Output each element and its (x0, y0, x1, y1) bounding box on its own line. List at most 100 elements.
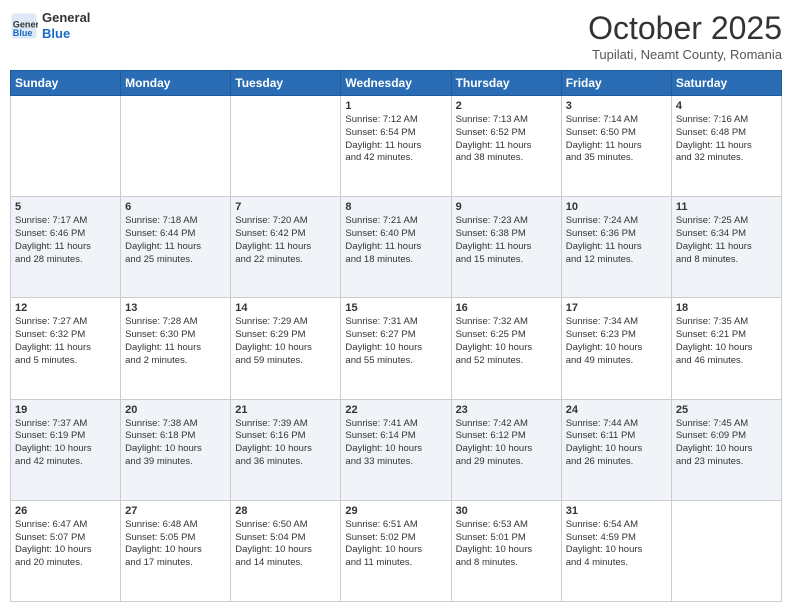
day-info: Sunrise: 7:39 AM Sunset: 6:16 PM Dayligh… (235, 418, 336, 469)
calendar-cell: 16 Sunrise: 7:32 AM Sunset: 6:25 PM Dayli… (451, 298, 561, 399)
weekday-header-wednesday: Wednesday (341, 71, 451, 96)
location-subtitle: Tupilati, Neamt County, Romania (588, 47, 782, 62)
weekday-header-saturday: Saturday (671, 71, 781, 96)
week-row-1: 5 Sunrise: 7:17 AM Sunset: 6:46 PM Daylig… (11, 197, 782, 298)
day-info: Sunrise: 7:20 AM Sunset: 6:42 PM Dayligh… (235, 215, 336, 266)
calendar-cell: 17 Sunrise: 7:34 AM Sunset: 6:23 PM Dayli… (561, 298, 671, 399)
day-info: Sunrise: 7:38 AM Sunset: 6:18 PM Dayligh… (125, 418, 226, 469)
day-number: 18 (676, 302, 777, 314)
weekday-header-sunday: Sunday (11, 71, 121, 96)
calendar-cell: 28Sunrise: 6:50 AM Sunset: 5:04 PM Dayli… (231, 500, 341, 601)
day-info: Sunrise: 7:23 AM Sunset: 6:38 PM Dayligh… (456, 215, 557, 266)
day-number: 21 (235, 404, 336, 416)
day-number: 5 (15, 201, 116, 213)
day-info: Sunrise: 7:41 AM Sunset: 6:14 PM Dayligh… (345, 418, 446, 469)
calendar-cell: 18 Sunrise: 7:35 AM Sunset: 6:21 PM Dayli… (671, 298, 781, 399)
calendar-cell: 3 Sunrise: 7:14 AM Sunset: 6:50 PM Daylig… (561, 96, 671, 197)
day-number: 16 (456, 302, 557, 314)
calendar-cell: 21 Sunrise: 7:39 AM Sunset: 6:16 PM Dayli… (231, 399, 341, 500)
day-info: Sunrise: 7:24 AM Sunset: 6:36 PM Dayligh… (566, 215, 667, 266)
calendar-cell (121, 96, 231, 197)
logo-general-text: General (42, 10, 90, 26)
day-info: Sunrise: 7:21 AM Sunset: 6:40 PM Dayligh… (345, 215, 446, 266)
day-number: 15 (345, 302, 446, 314)
calendar-cell: 20 Sunrise: 7:38 AM Sunset: 6:18 PM Dayli… (121, 399, 231, 500)
calendar-cell: 15 Sunrise: 7:31 AM Sunset: 6:27 PM Dayli… (341, 298, 451, 399)
week-row-4: 26 Sunrise: 6:47 AM Sunset: 5:07 PM Dayli… (11, 500, 782, 601)
weekday-header-thursday: Thursday (451, 71, 561, 96)
day-number: 3 (566, 100, 667, 112)
day-number: 19 (15, 404, 116, 416)
day-number: 4 (676, 100, 777, 112)
day-number: 1 (345, 100, 446, 112)
day-number: 26 (15, 505, 116, 517)
logo-text: General Blue (42, 10, 90, 41)
calendar-cell: 30 Sunrise: 6:53 AM Sunset: 5:01 PM Dayli… (451, 500, 561, 601)
weekday-header-monday: Monday (121, 71, 231, 96)
calendar-cell: 4 Sunrise: 7:16 AM Sunset: 6:48 PM Daylig… (671, 96, 781, 197)
day-info: Sunrise: 7:12 AM Sunset: 6:54 PM Dayligh… (345, 114, 446, 165)
calendar-cell: 31Sunrise: 6:54 AM Sunset: 4:59 PM Dayli… (561, 500, 671, 601)
weekday-header-row: SundayMondayTuesdayWednesdayThursdayFrid… (11, 71, 782, 96)
weekday-header-tuesday: Tuesday (231, 71, 341, 96)
day-info: Sunrise: 7:42 AM Sunset: 6:12 PM Dayligh… (456, 418, 557, 469)
day-number: 25 (676, 404, 777, 416)
month-title: October 2025 (588, 10, 782, 47)
calendar-cell: 19Sunrise: 7:37 AM Sunset: 6:19 PM Dayli… (11, 399, 121, 500)
logo-icon: General Blue (10, 12, 38, 40)
calendar-cell: 9 Sunrise: 7:23 AM Sunset: 6:38 PM Daylig… (451, 197, 561, 298)
day-info: Sunrise: 6:47 AM Sunset: 5:07 PM Dayligh… (15, 519, 116, 570)
day-info: Sunrise: 7:13 AM Sunset: 6:52 PM Dayligh… (456, 114, 557, 165)
day-info: Sunrise: 6:53 AM Sunset: 5:01 PM Dayligh… (456, 519, 557, 570)
day-number: 28 (235, 505, 336, 517)
calendar-cell: 23 Sunrise: 7:42 AM Sunset: 6:12 PM Dayli… (451, 399, 561, 500)
calendar-cell: 7 Sunrise: 7:20 AM Sunset: 6:42 PM Daylig… (231, 197, 341, 298)
day-number: 22 (345, 404, 446, 416)
calendar-cell: 1 Sunrise: 7:12 AM Sunset: 6:54 PM Daylig… (341, 96, 451, 197)
day-info: Sunrise: 7:45 AM Sunset: 6:09 PM Dayligh… (676, 418, 777, 469)
day-info: Sunrise: 7:17 AM Sunset: 6:46 PM Dayligh… (15, 215, 116, 266)
day-info: Sunrise: 7:27 AM Sunset: 6:32 PM Dayligh… (15, 316, 116, 367)
day-info: Sunrise: 7:14 AM Sunset: 6:50 PM Dayligh… (566, 114, 667, 165)
day-number: 10 (566, 201, 667, 213)
day-number: 30 (456, 505, 557, 517)
calendar-cell: 26 Sunrise: 6:47 AM Sunset: 5:07 PM Dayli… (11, 500, 121, 601)
day-info: Sunrise: 6:48 AM Sunset: 5:05 PM Dayligh… (125, 519, 226, 570)
week-row-2: 12Sunrise: 7:27 AM Sunset: 6:32 PM Dayli… (11, 298, 782, 399)
calendar-cell: 29Sunrise: 6:51 AM Sunset: 5:02 PM Dayli… (341, 500, 451, 601)
day-number: 6 (125, 201, 226, 213)
day-number: 7 (235, 201, 336, 213)
day-info: Sunrise: 7:35 AM Sunset: 6:21 PM Dayligh… (676, 316, 777, 367)
day-info: Sunrise: 7:31 AM Sunset: 6:27 PM Dayligh… (345, 316, 446, 367)
calendar-cell: 13Sunrise: 7:28 AM Sunset: 6:30 PM Dayli… (121, 298, 231, 399)
day-info: Sunrise: 7:34 AM Sunset: 6:23 PM Dayligh… (566, 316, 667, 367)
header: General Blue General Blue October 2025 T… (10, 10, 782, 62)
day-number: 17 (566, 302, 667, 314)
page: General Blue General Blue October 2025 T… (0, 0, 792, 612)
calendar-cell (231, 96, 341, 197)
calendar-cell: 22 Sunrise: 7:41 AM Sunset: 6:14 PM Dayli… (341, 399, 451, 500)
day-info: Sunrise: 7:16 AM Sunset: 6:48 PM Dayligh… (676, 114, 777, 165)
day-number: 20 (125, 404, 226, 416)
calendar-cell: 24Sunrise: 7:44 AM Sunset: 6:11 PM Dayli… (561, 399, 671, 500)
day-number: 13 (125, 302, 226, 314)
calendar-cell (11, 96, 121, 197)
calendar-cell: 8 Sunrise: 7:21 AM Sunset: 6:40 PM Daylig… (341, 197, 451, 298)
day-info: Sunrise: 7:25 AM Sunset: 6:34 PM Dayligh… (676, 215, 777, 266)
day-number: 31 (566, 505, 667, 517)
day-info: Sunrise: 7:32 AM Sunset: 6:25 PM Dayligh… (456, 316, 557, 367)
calendar-cell: 6Sunrise: 7:18 AM Sunset: 6:44 PM Daylig… (121, 197, 231, 298)
calendar-cell (671, 500, 781, 601)
day-number: 8 (345, 201, 446, 213)
calendar-cell: 11Sunrise: 7:25 AM Sunset: 6:34 PM Dayli… (671, 197, 781, 298)
day-number: 23 (456, 404, 557, 416)
day-number: 9 (456, 201, 557, 213)
logo-blue-text: Blue (42, 26, 90, 42)
day-number: 2 (456, 100, 557, 112)
weekday-header-friday: Friday (561, 71, 671, 96)
title-area: October 2025 Tupilati, Neamt County, Rom… (588, 10, 782, 62)
day-number: 24 (566, 404, 667, 416)
calendar-cell: 14Sunrise: 7:29 AM Sunset: 6:29 PM Dayli… (231, 298, 341, 399)
day-info: Sunrise: 6:51 AM Sunset: 5:02 PM Dayligh… (345, 519, 446, 570)
day-info: Sunrise: 7:29 AM Sunset: 6:29 PM Dayligh… (235, 316, 336, 367)
